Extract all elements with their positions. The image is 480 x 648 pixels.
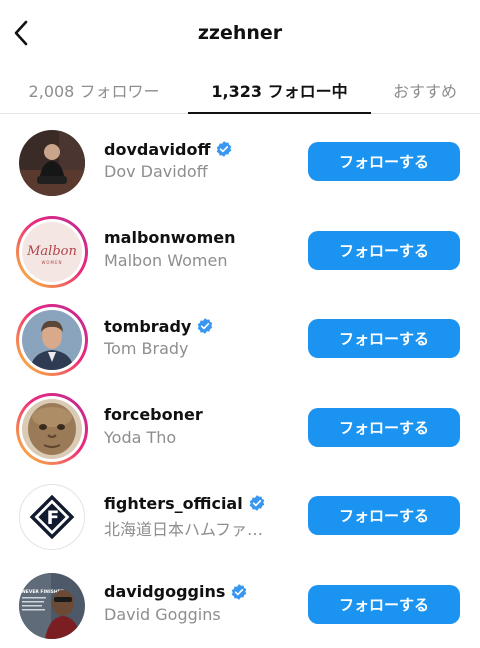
following-list: dovdavidoff Dov Davidoff フォローする Malbon W…: [0, 114, 480, 648]
logo-text: Malbon: [26, 244, 77, 259]
username: fighters_official: [104, 493, 243, 513]
verified-badge-icon: [249, 495, 264, 512]
person-photo: NEVER FINISHED: [19, 572, 85, 639]
full-name: Tom Brady: [104, 339, 189, 359]
follow-button[interactable]: フォローする: [308, 407, 460, 447]
malbon-logo: Malbon WOMEN: [22, 221, 82, 282]
avatar[interactable]: [16, 127, 88, 199]
chevron-left-icon: [14, 20, 28, 46]
username: forceboner: [104, 405, 203, 425]
person-photo: [19, 130, 85, 196]
yoda-face: [22, 398, 82, 459]
tab-following[interactable]: 1,323 フォロー中: [188, 66, 371, 114]
verified-badge-icon: [198, 318, 213, 335]
verified-badge-icon: [217, 141, 232, 157]
list-item[interactable]: Malbon WOMEN malbonwomen Malbon Women フォ…: [0, 207, 480, 296]
list-item[interactable]: tombrady Tom Brady フォローする: [0, 295, 480, 384]
full-name: David Goggins: [104, 604, 221, 624]
avatar-story-ring[interactable]: [16, 392, 88, 465]
username: malbonwomen: [104, 228, 236, 248]
follow-button[interactable]: フォローする: [308, 584, 460, 624]
follow-button[interactable]: フォローする: [308, 230, 460, 270]
logo-text: F: [47, 508, 60, 529]
back-button[interactable]: [8, 18, 34, 48]
avatar[interactable]: NEVER FINISHED: [16, 570, 88, 642]
person-photo: [22, 310, 82, 371]
avatar-story-ring[interactable]: Malbon WOMEN: [16, 215, 88, 288]
tab-suggested[interactable]: おすすめ: [371, 66, 480, 113]
list-item[interactable]: F fighters_official 北海道日本ハムファ… フォローする: [0, 472, 480, 561]
tab-bar: 2,008 フォロワー 1,323 フォロー中 おすすめ: [0, 66, 480, 114]
avatar[interactable]: F: [16, 481, 88, 553]
full-name: Dov Davidoff: [104, 162, 208, 181]
full-name: Yoda Tho: [104, 427, 177, 447]
follow-button[interactable]: フォローする: [308, 496, 460, 536]
follow-button[interactable]: フォローする: [308, 319, 460, 359]
tab-followers[interactable]: 2,008 フォロワー: [0, 66, 188, 113]
list-item[interactable]: forceboner Yoda Tho フォローする: [0, 384, 480, 473]
logo-subtext: WOMEN: [41, 260, 62, 265]
list-item[interactable]: dovdavidoff Dov Davidoff フォローする: [0, 118, 480, 207]
page-title: zzehner: [197, 22, 283, 44]
username: dovdavidoff: [104, 139, 211, 159]
username: tombrady: [104, 316, 192, 336]
follow-button[interactable]: フォローする: [308, 142, 460, 181]
verified-badge-icon: [232, 584, 247, 600]
avatar-story-ring[interactable]: [16, 304, 88, 377]
full-name: Malbon Women: [104, 250, 228, 270]
list-item[interactable]: NEVER FINISHED davidgoggins David Goggin…: [0, 561, 480, 648]
full-name: 北海道日本ハムファ…: [104, 520, 264, 539]
username: davidgoggins: [104, 582, 226, 602]
fighters-logo: F: [20, 485, 84, 550]
top-bar: zzehner: [0, 0, 480, 66]
